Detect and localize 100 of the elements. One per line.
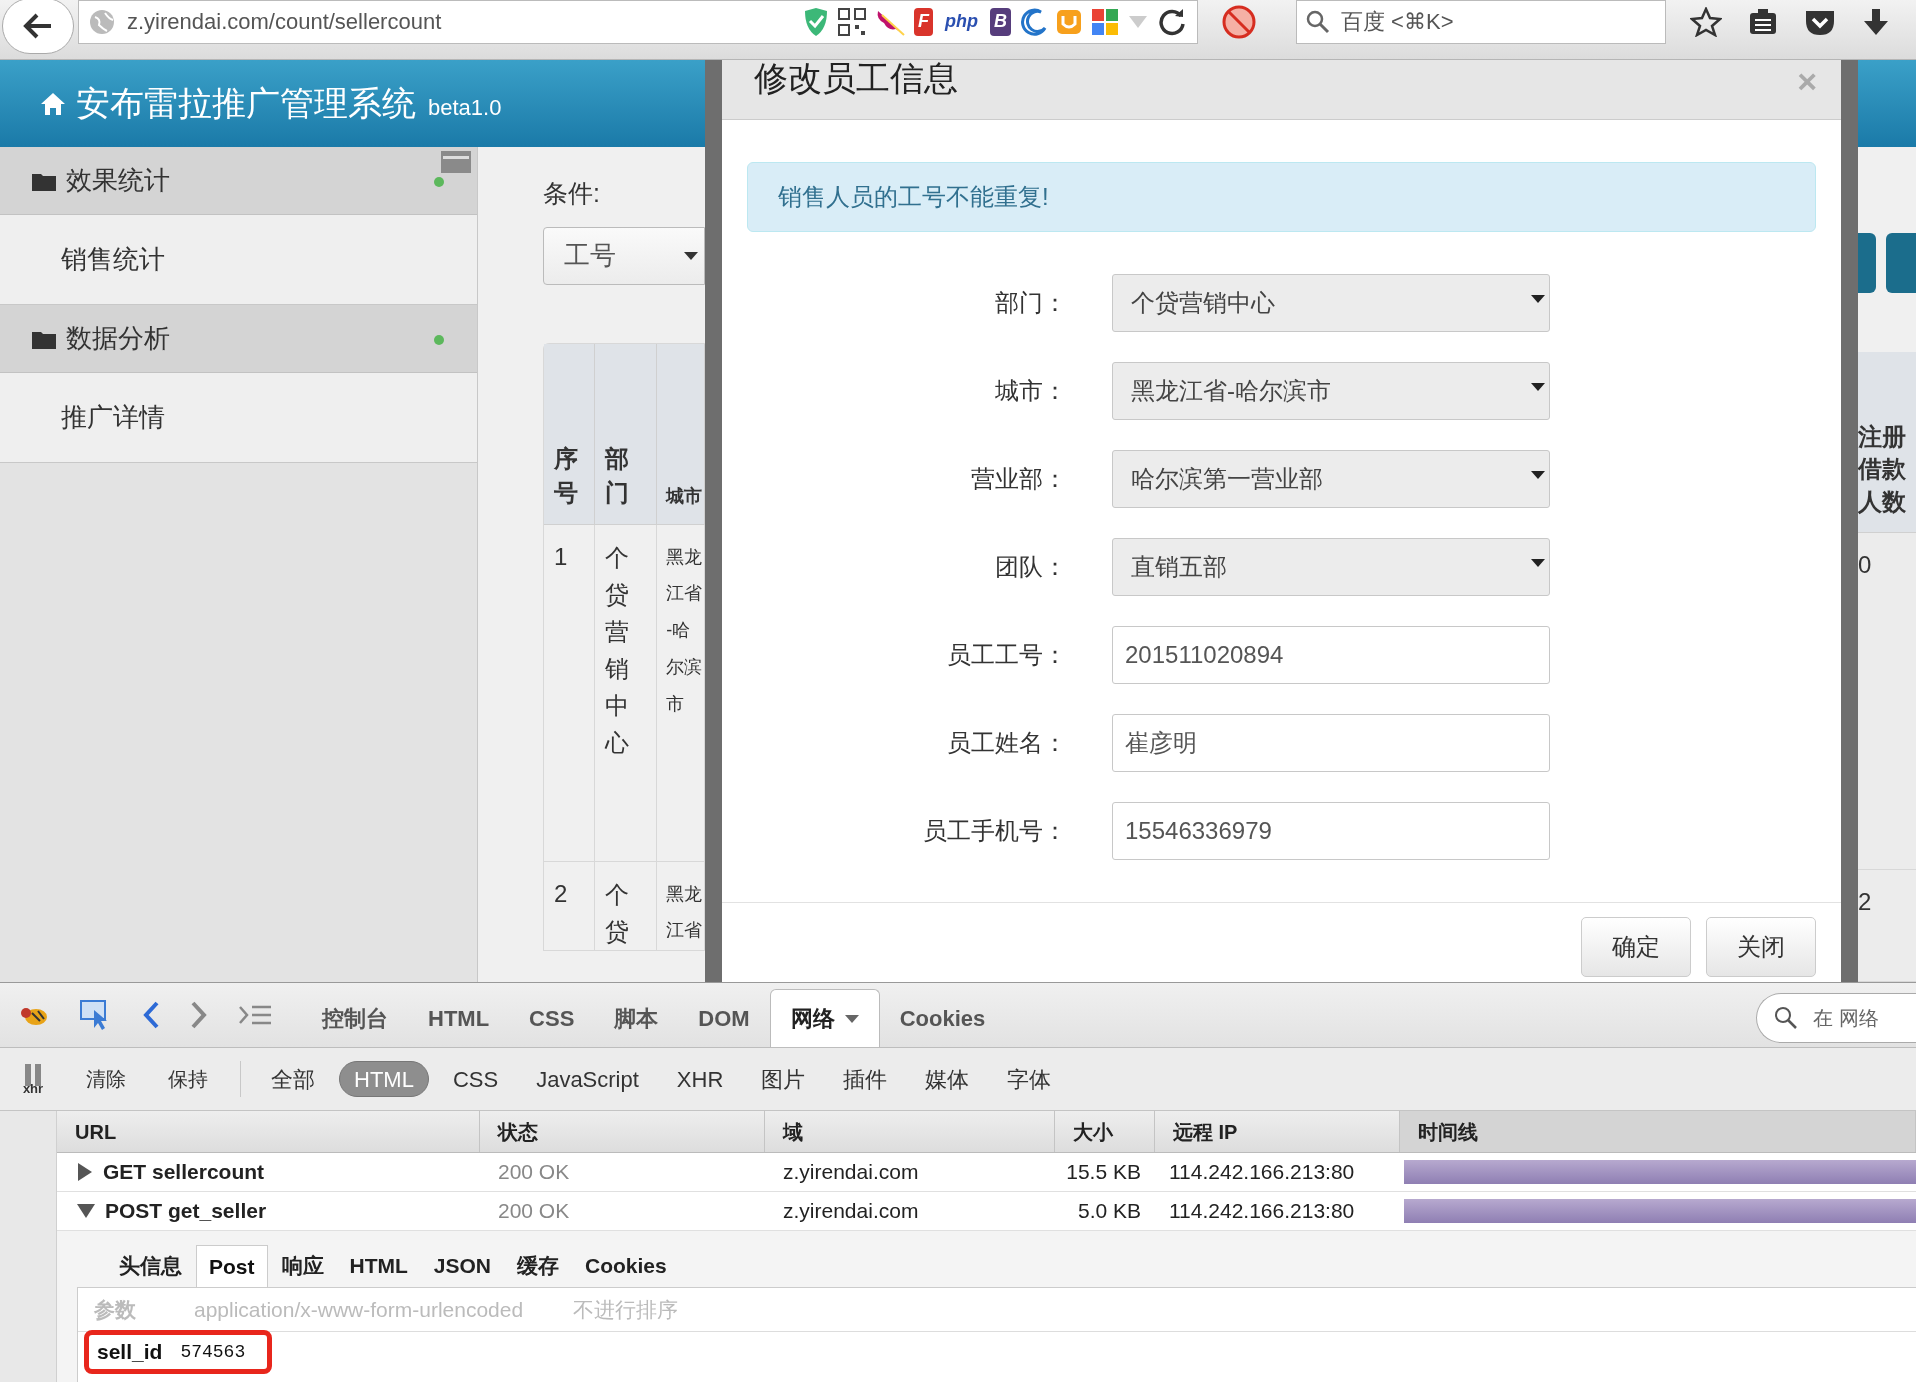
request-name: POST get_seller bbox=[105, 1198, 267, 1225]
reload-icon[interactable] bbox=[1157, 7, 1187, 36]
sidebar-group[interactable]: 数据分析 bbox=[0, 305, 477, 373]
column-header: 城市 bbox=[666, 485, 704, 509]
search-icon bbox=[1774, 1006, 1798, 1030]
input-field[interactable]: 崔彦明 bbox=[1112, 714, 1550, 772]
dialog-button[interactable]: 关闭 bbox=[1706, 917, 1816, 977]
devtools-tab[interactable]: 控制台 bbox=[302, 989, 408, 1047]
input-field[interactable]: 201511020894 bbox=[1112, 626, 1550, 684]
table-cell: 2 bbox=[1858, 888, 1872, 915]
version-label: beta1.0 bbox=[428, 94, 502, 122]
filter-tab[interactable]: CSS bbox=[438, 1061, 513, 1097]
shield-icon[interactable] bbox=[802, 6, 830, 37]
column-header[interactable]: 状态 bbox=[498, 1116, 538, 1147]
detail-tab[interactable]: JSON bbox=[421, 1245, 504, 1287]
back-arrow-icon bbox=[23, 12, 53, 39]
filter-tab[interactable]: XHR bbox=[662, 1061, 738, 1097]
dropdown-field[interactable]: 个贷营销中心 bbox=[1112, 274, 1550, 332]
extension-icon[interactable]: B bbox=[990, 7, 1011, 36]
status-dot-icon bbox=[433, 176, 445, 188]
caret-icon bbox=[844, 1014, 859, 1023]
search-field[interactable]: 百度 <⌘K> bbox=[1296, 0, 1666, 44]
moon-icon[interactable] bbox=[1019, 7, 1047, 36]
puzzle-icon[interactable] bbox=[1091, 7, 1119, 36]
app-title[interactable]: 安布雷拉推广管理系统 bbox=[76, 78, 416, 129]
xhr-toggle[interactable]: xhr bbox=[18, 1063, 48, 1095]
expanded-triangle-icon[interactable] bbox=[77, 1203, 95, 1219]
filter-tab[interactable]: 插件 bbox=[829, 1061, 902, 1097]
domain-text: z.yirendai.com bbox=[783, 1160, 919, 1184]
detail-tab[interactable]: 缓存 bbox=[505, 1245, 572, 1287]
dropdown-field[interactable]: 黑龙江省-哈尔滨市 bbox=[1112, 362, 1550, 420]
devtools-tab[interactable]: 网络 bbox=[769, 989, 880, 1047]
blocked-icon[interactable] bbox=[1222, 4, 1256, 39]
pause-icon bbox=[23, 1063, 43, 1086]
detail-tab[interactable]: 响应 bbox=[269, 1245, 336, 1287]
column-header[interactable]: 远程 IP bbox=[1173, 1116, 1238, 1147]
devtools-tab[interactable]: CSS bbox=[509, 989, 595, 1047]
filter-tab[interactable]: 全部 bbox=[257, 1061, 329, 1097]
back-icon[interactable] bbox=[142, 1001, 160, 1029]
qr-code-icon[interactable] bbox=[838, 7, 866, 36]
search-field[interactable]: 在 网络 bbox=[1756, 993, 1916, 1043]
search-icon bbox=[1306, 9, 1330, 34]
field-label: 团队： bbox=[994, 552, 1067, 582]
devtools-tab[interactable]: DOM bbox=[678, 989, 770, 1047]
url-text: z.yirendai.com/count/sellercount bbox=[127, 8, 442, 36]
column-header[interactable]: URL bbox=[75, 1116, 117, 1147]
detail-tab[interactable]: Post bbox=[196, 1245, 268, 1287]
field-label: 部门： bbox=[994, 288, 1067, 318]
devtools-tab[interactable]: 脚本 bbox=[594, 989, 679, 1047]
detail-tab[interactable]: 头信息 bbox=[107, 1245, 194, 1287]
ip-text: 114.242.166.213:80 bbox=[1169, 1160, 1355, 1184]
size-text: 15.5 KB bbox=[1066, 1159, 1141, 1186]
filter-tab[interactable]: JavaScript bbox=[522, 1061, 653, 1097]
forward-icon[interactable] bbox=[190, 1001, 208, 1029]
status-text: 200 OK bbox=[498, 1160, 570, 1184]
column-header[interactable]: 域 bbox=[783, 1116, 803, 1147]
devtools-tab[interactable]: HTML bbox=[408, 989, 510, 1047]
detail-tab[interactable]: Cookies bbox=[573, 1245, 679, 1287]
caret-icon bbox=[1531, 471, 1545, 479]
devtools-tab[interactable]: Cookies bbox=[879, 989, 1006, 1047]
globe-icon bbox=[89, 8, 115, 35]
back-button[interactable] bbox=[2, 0, 74, 54]
filter-tab[interactable]: 媒体 bbox=[911, 1061, 984, 1097]
condition-select[interactable]: 工号 bbox=[543, 226, 705, 285]
alert-message: 销售人员的工号不能重复! bbox=[747, 162, 1816, 232]
table-cell-text: 个贷营销中心 bbox=[605, 542, 629, 759]
sidebar-item[interactable]: 销售统计 bbox=[0, 215, 477, 305]
sidebar-group[interactable]: 效果统计 bbox=[0, 147, 477, 215]
size-text: 5.0 KB bbox=[1077, 1198, 1141, 1225]
caret-icon bbox=[1531, 383, 1545, 391]
detail-tab[interactable]: HTML bbox=[337, 1245, 420, 1287]
column-header[interactable]: 大小 bbox=[1073, 1116, 1113, 1147]
caret-icon bbox=[1531, 559, 1545, 567]
domain-text: z.yirendai.com bbox=[783, 1199, 919, 1223]
caret-icon bbox=[1531, 295, 1545, 303]
home-icon[interactable] bbox=[40, 91, 66, 116]
clipboard-icon[interactable] bbox=[1748, 7, 1778, 36]
download-icon[interactable] bbox=[1862, 6, 1890, 37]
dropdown-field[interactable]: 哈尔滨第一营业部 bbox=[1112, 450, 1550, 508]
bookmark-star-icon[interactable] bbox=[1690, 6, 1722, 37]
field-label: 员工手机号： bbox=[922, 816, 1067, 846]
filter-tab[interactable]: 字体 bbox=[993, 1061, 1066, 1097]
column-header[interactable]: 时间线 bbox=[1418, 1116, 1478, 1147]
toolbar-button[interactable]: 清除 bbox=[66, 1064, 146, 1094]
field-label: 营业部： bbox=[970, 464, 1067, 494]
filter-tab[interactable]: 图片 bbox=[747, 1061, 820, 1097]
collapsed-triangle-icon[interactable] bbox=[77, 1163, 93, 1181]
address-bar[interactable]: z.yirendai.com/count/sellercount F php B bbox=[78, 0, 1198, 44]
dialog-button[interactable]: 确定 bbox=[1581, 917, 1691, 977]
command-line-icon[interactable] bbox=[238, 1004, 272, 1026]
dropdown-field[interactable]: 直销五部 bbox=[1112, 538, 1550, 596]
field-label: 员工工号： bbox=[946, 640, 1067, 670]
collapse-icon[interactable] bbox=[441, 151, 471, 173]
ip-text: 114.242.166.213:80 bbox=[1169, 1199, 1355, 1223]
input-field[interactable]: 15546336979 bbox=[1112, 802, 1550, 860]
table-cell-text: 1 bbox=[554, 541, 569, 572]
toolbar-button[interactable]: 保持 bbox=[148, 1064, 228, 1094]
sidebar-group-label: 效果统计 bbox=[66, 164, 170, 197]
sidebar-item[interactable]: 推广详情 bbox=[0, 373, 477, 463]
extension-icon[interactable]: F bbox=[914, 7, 933, 36]
